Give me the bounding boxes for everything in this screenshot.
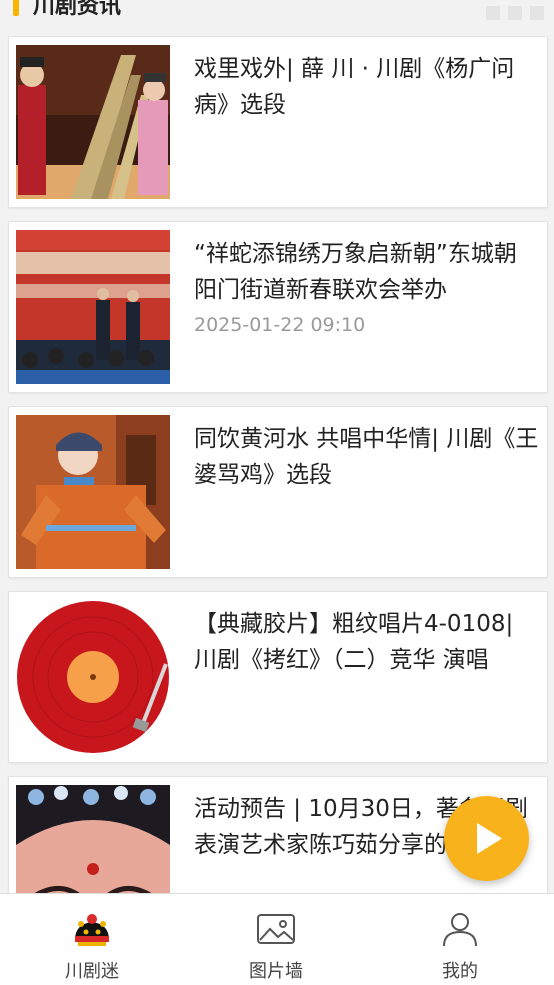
- opera-mask-icon: [75, 914, 109, 946]
- news-thumbnail-stage: [16, 230, 170, 384]
- news-date: 2025-01-22 09:10: [194, 314, 366, 336]
- tab-picture-wall[interactable]: 图片墙: [184, 894, 368, 985]
- news-title[interactable]: 戏里戏外| 薛 川 · 川剧《杨广问病》选段: [194, 51, 539, 123]
- news-card[interactable]: 戏里戏外| 薛 川 · 川剧《杨广问病》选段: [8, 36, 548, 208]
- news-card[interactable]: “祥蛇添锦绣万象启新朝”东城朝阳门街道新春联欢会举办 2025-01-22 09…: [8, 221, 548, 393]
- play-icon: [477, 823, 502, 854]
- news-card[interactable]: 同饮黄河水 共唱中华情| 川剧《王婆骂鸡》选段: [8, 406, 548, 578]
- tab-label: 川剧迷: [65, 961, 119, 982]
- tab-chuanjumi[interactable]: 川剧迷: [0, 894, 184, 985]
- tab-label: 图片墙: [249, 961, 303, 982]
- news-title[interactable]: “祥蛇添锦绣万象启新朝”东城朝阳门街道新春联欢会举办: [194, 236, 539, 308]
- news-title[interactable]: 【典藏胶片】粗纹唱片4-0108| 川剧《拷红》（二）竞华 演唱: [194, 606, 539, 678]
- section-title: 川剧资讯: [33, 0, 122, 19]
- profile-icon: [443, 913, 477, 947]
- play-button[interactable]: [444, 796, 529, 881]
- news-card[interactable]: 【典藏胶片】粗纹唱片4-0108| 川剧《拷红》（二）竞华 演唱: [8, 591, 548, 763]
- section-marker: [13, 0, 19, 16]
- section-header: 川剧资讯: [0, 0, 554, 28]
- news-thumbnail-performer: [16, 415, 170, 569]
- tab-label: 我的: [442, 961, 478, 982]
- bottom-tab-bar: 川剧迷 图片墙 我的: [0, 893, 554, 985]
- vinyl-record-icon: [16, 600, 170, 754]
- image-icon: [257, 914, 295, 944]
- news-thumbnail-stage: [16, 45, 170, 199]
- status-icons: [486, 6, 544, 20]
- tab-profile[interactable]: 我的: [368, 894, 552, 985]
- news-title[interactable]: 同饮黄河水 共唱中华情| 川剧《王婆骂鸡》选段: [194, 421, 539, 493]
